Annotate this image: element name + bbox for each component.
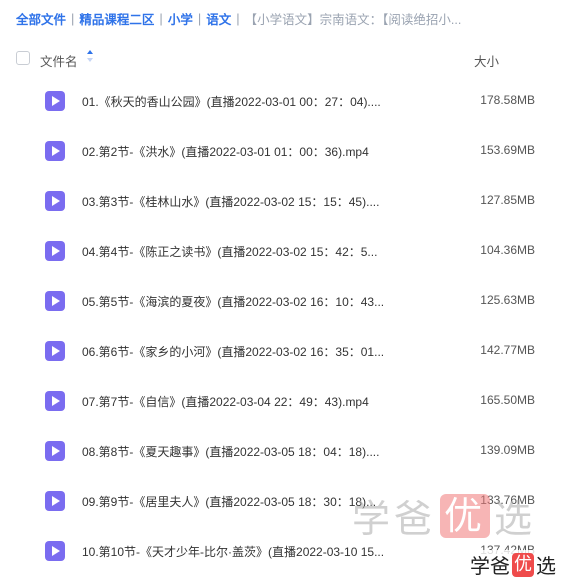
breadcrumb-item-chinese[interactable]: 语文 [206,9,231,28]
file-size: 178.58MB [480,93,535,107]
file-name[interactable]: 06.第6节-《家乡的小河》(直播2022-03-02 16：35：01... [82,343,412,360]
video-file-icon [45,141,65,161]
video-file-icon [45,491,65,511]
breadcrumb-separator: | [71,10,75,26]
file-row[interactable]: 06.第6节-《家乡的小河》(直播2022-03-02 16：35：01... … [0,326,564,376]
video-file-icon [45,441,65,461]
watermark-small: 学 爸 优 选 [468,550,558,579]
breadcrumb-item-premium[interactable]: 精品课程二区 [79,9,154,28]
file-name[interactable]: 01.《秋天的香山公园》(直播2022-03-01 00：27：04).... [82,93,412,110]
file-row[interactable]: 02.第2节-《洪水》(直播2022-03-01 01：00：36).mp4 1… [0,126,564,176]
watermark-large: 学 爸 优 选 [352,488,536,543]
video-file-icon [45,541,65,561]
file-name[interactable]: 05.第5节-《海滨的夏夜》(直播2022-03-02 16：10：43... [82,293,412,310]
breadcrumb-item-primary[interactable]: 小学 [168,9,193,28]
file-row[interactable]: 03.第3节-《桂林山水》(直播2022-03-02 15：15：45)....… [0,176,564,226]
file-row[interactable]: 04.第4节-《陈正之读书》(直播2022-03-02 15：42：5... 1… [0,226,564,276]
breadcrumb-current: 【小学语文】宗南语文：【阅读绝招小... [244,12,462,27]
file-row[interactable]: 07.第7节-《自信》(直播2022-03-04 22：49：43).mp4 1… [0,376,564,426]
file-row[interactable]: 01.《秋天的香山公园》(直播2022-03-01 00：27：04).... … [0,76,564,126]
file-name[interactable]: 03.第3节-《桂林山水》(直播2022-03-02 15：15：45).... [82,193,412,210]
watermark-char: 选 [536,554,556,578]
video-file-icon [45,91,65,111]
breadcrumb-item-all-files[interactable]: 全部文件 [16,9,66,28]
video-file-icon [45,191,65,211]
watermark-char: 学 [470,554,490,578]
video-file-icon [45,391,65,411]
column-header-size[interactable]: 大小 [474,51,499,70]
breadcrumb-separator: | [236,10,240,26]
column-header-name[interactable]: 文件名 [40,51,78,70]
file-size: 125.63MB [480,293,535,307]
file-name[interactable]: 07.第7节-《自信》(直播2022-03-04 22：49：43).mp4 [82,393,412,410]
video-file-icon [45,241,65,261]
file-row[interactable]: 08.第8节-《夏天趣事》(直播2022-03-05 18：04：18)....… [0,426,564,476]
file-size: 139.09MB [480,443,535,457]
watermark-char: 爸 [490,554,510,578]
sort-icon[interactable] [86,49,94,63]
breadcrumb: 全部文件 | 精品课程二区 | 小学 | 语文 | 【小学语文】宗南语文：【阅读… [16,8,556,28]
file-row[interactable]: 05.第5节-《海滨的夏夜》(直播2022-03-02 16：10：43... … [0,276,564,326]
file-name[interactable]: 08.第8节-《夏天趣事》(直播2022-03-05 18：04：18).... [82,443,412,460]
file-size: 153.69MB [480,143,535,157]
watermark-badge: 优 [512,552,534,577]
video-file-icon [45,341,65,361]
breadcrumb-separator: | [159,10,163,26]
file-name[interactable]: 02.第2节-《洪水》(直播2022-03-01 01：00：36).mp4 [82,143,412,160]
watermark-char: 选 [494,497,537,541]
file-size: 165.50MB [480,393,535,407]
file-size: 127.85MB [480,193,535,207]
file-name[interactable]: 10.第10节-《天才少年-比尔·盖茨》(直播2022-03-10 15... [82,543,412,560]
select-all-checkbox[interactable] [16,51,30,65]
video-file-icon [45,291,65,311]
file-size: 142.77MB [480,343,535,357]
breadcrumb-separator: | [197,10,202,26]
file-name[interactable]: 04.第4节-《陈正之读书》(直播2022-03-02 15：42：5... [82,243,412,260]
watermark-char: 学 [352,497,395,541]
watermark-badge: 优 [440,493,491,538]
file-size: 104.36MB [480,243,535,257]
watermark-char: 爸 [394,497,437,541]
